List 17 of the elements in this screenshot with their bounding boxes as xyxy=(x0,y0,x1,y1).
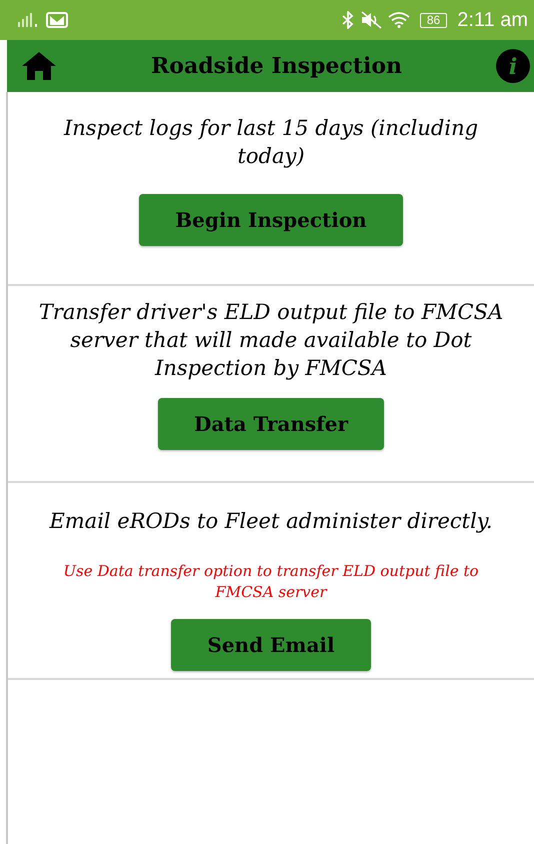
clock-time: 2:11 am xyxy=(457,8,528,32)
warning-note: Use Data transfer option to transfer ELD output file to FMCSA server xyxy=(62,561,480,603)
action-button[interactable]: Data Transfer xyxy=(158,398,384,450)
battery-level: 86 xyxy=(420,12,448,28)
action-button[interactable]: Send Email xyxy=(171,619,371,671)
home-icon[interactable] xyxy=(21,51,57,81)
info-icon[interactable]: i xyxy=(496,49,530,83)
bluetooth-icon xyxy=(342,11,354,29)
section-description: Inspect logs for last 15 days (including today) xyxy=(62,115,480,170)
signal-icon xyxy=(18,13,40,27)
muted-speaker-icon xyxy=(360,11,382,29)
screen-title: Roadside Inspection xyxy=(150,53,403,79)
section-description: Transfer driver's ELD output file to FMCSA server that will made available to Dot Inspection by FMCSA xyxy=(38,299,504,382)
mail-icon xyxy=(46,12,68,28)
action-button[interactable]: Begin Inspection xyxy=(139,194,403,246)
wifi-icon xyxy=(388,12,410,28)
section-description: Email eRODs to Fleet administer directly. xyxy=(49,508,493,535)
